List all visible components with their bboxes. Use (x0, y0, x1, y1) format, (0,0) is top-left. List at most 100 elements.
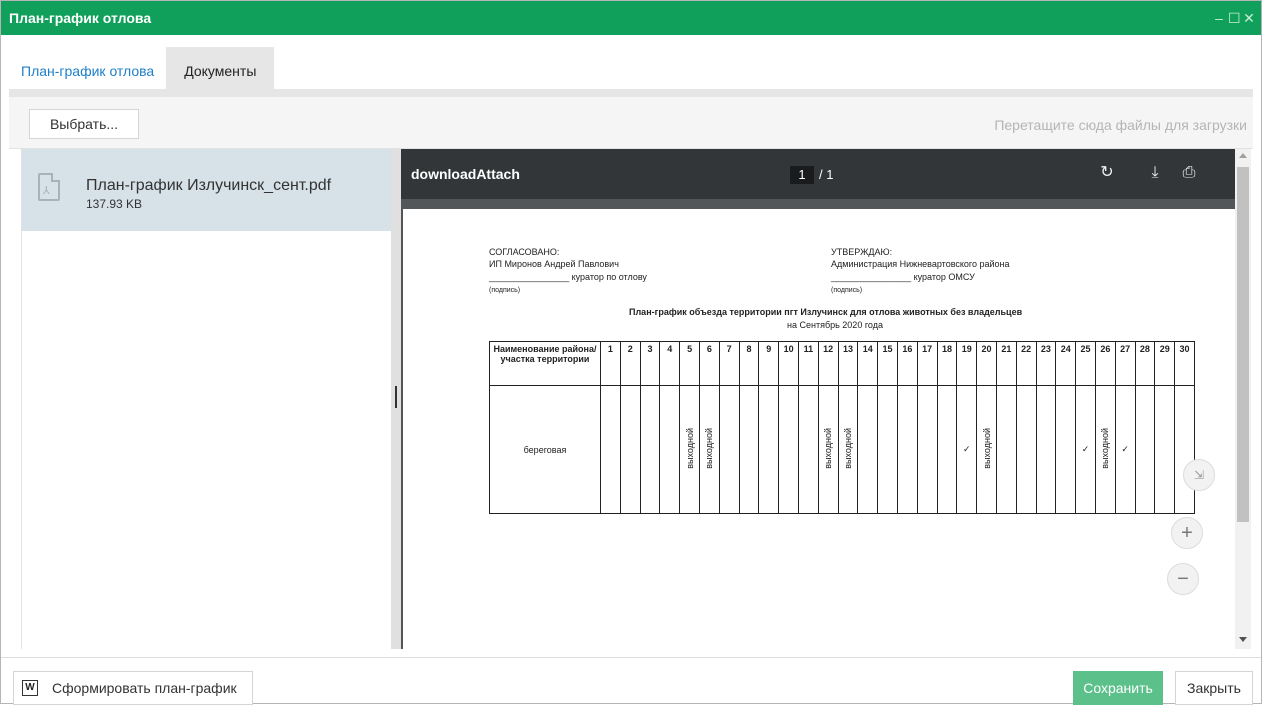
table-cell (1134, 385, 1156, 514)
table-day-header: 11 (797, 341, 819, 386)
drop-zone-hint[interactable]: Перетащите сюда файлы для загрузки (994, 117, 1247, 133)
table-day-header: 20 (976, 341, 997, 386)
table-day-header: 22 (1015, 341, 1037, 386)
table-cell: ✓ (956, 385, 978, 514)
zoom-out-button[interactable]: − (1167, 563, 1199, 595)
scroll-up-icon[interactable] (1239, 153, 1247, 158)
title-bar: План-график отлова – ☐ ✕ (1, 1, 1261, 35)
generate-schedule-label: Сформировать план-график (52, 680, 237, 696)
table-day-header: 6 (698, 341, 720, 386)
dialog-window: План-график отлова – ☐ ✕ План-график отл… (0, 0, 1262, 705)
table-cell (1174, 385, 1195, 514)
schedule-table: Наименование района/участка территории 1… (489, 341, 1195, 514)
table-day-header: 28 (1134, 341, 1156, 386)
table-cell (936, 385, 958, 514)
checkmark-icon: ✓ (962, 444, 971, 454)
choose-file-button[interactable]: Выбрать... (29, 109, 139, 139)
pdf-page: СОГЛАСОВАНО: ИП Миронов Андрей Павлович … (403, 209, 1235, 649)
minimize-icon[interactable]: – (1213, 1, 1225, 35)
window-controls: – ☐ ✕ (1213, 1, 1255, 35)
table-cell (916, 385, 938, 514)
document-title: План-график объезда территории пгт Излуч… (629, 307, 1023, 317)
viewer-title: downloadAttach (411, 166, 520, 182)
table-day-header: 29 (1154, 341, 1176, 386)
generate-schedule-button[interactable]: W Сформировать план-график (13, 671, 253, 705)
table-cell: выходной (817, 385, 839, 514)
agreed-heading: СОГЛАСОВАНО: (489, 247, 560, 257)
print-icon[interactable]: ⎙ (1179, 163, 1199, 183)
table-day-header: 4 (659, 341, 681, 386)
table-day-header: 27 (1114, 341, 1136, 386)
table-day-header: 9 (758, 341, 780, 386)
table-cell: выходной (837, 385, 859, 514)
table-day-header: 24 (1055, 341, 1077, 386)
checkmark-icon: ✓ (1081, 444, 1090, 454)
table-day-header: 30 (1174, 341, 1195, 386)
table-row: береговая выходной выходной выходной выходн… (489, 385, 1195, 514)
footer-divider (1, 657, 1261, 658)
table-cell: ✓ (1114, 385, 1136, 514)
table-cell (738, 385, 760, 514)
pdf-viewer: downloadAttach 1 / 1 ↻ ⤓ ⎙ СОГЛАСОВАНО: … (401, 149, 1235, 649)
page-number-input[interactable]: 1 (790, 166, 814, 184)
file-list-item[interactable]: ⅄ План-график Излучинск_сент.pdf 137.93 … (22, 149, 392, 231)
table-cell-text: выходной (823, 428, 834, 469)
table-cell: выходной (976, 385, 997, 514)
table-cell (758, 385, 780, 514)
table-cell (896, 385, 918, 514)
table-cell (1035, 385, 1057, 514)
table-day-header: 17 (916, 341, 938, 386)
word-document-icon: W (22, 680, 38, 696)
viewer-scrollbar[interactable] (1235, 149, 1251, 649)
table-cell-text: выходной (704, 428, 715, 469)
table-cell: выходной (679, 385, 700, 514)
table-cell (995, 385, 1017, 514)
table-cell (1015, 385, 1037, 514)
tab-underline (9, 89, 1253, 97)
table-cell-text: выходной (842, 428, 853, 469)
table-cell (619, 385, 641, 514)
table-cell (1154, 385, 1176, 514)
maximize-icon[interactable]: ☐ (1228, 1, 1241, 35)
save-button[interactable]: Сохранить (1073, 671, 1163, 705)
table-day-header: 10 (778, 341, 799, 386)
table-day-header: 23 (1035, 341, 1057, 386)
table-row-label: береговая (489, 385, 601, 514)
table-day-header: 13 (837, 341, 859, 386)
table-cell-text: выходной (684, 428, 695, 469)
table-cell (857, 385, 879, 514)
file-size: 137.93 KB (86, 197, 143, 211)
table-day-header: 21 (995, 341, 1017, 386)
table-day-header: 19 (956, 341, 978, 386)
table-cell (639, 385, 661, 514)
tab-documents[interactable]: Документы (166, 47, 275, 89)
table-cell: выходной (1094, 385, 1116, 514)
page-total: / 1 (819, 167, 834, 182)
table-day-header: 16 (896, 341, 918, 386)
tab-schedule[interactable]: План-график отлова (9, 47, 166, 89)
table-cell (797, 385, 819, 514)
agreed-sign: (подпись) (489, 287, 521, 294)
approved-heading: УТВЕРЖДАЮ: (831, 247, 893, 257)
close-window-icon[interactable]: ✕ (1243, 1, 1255, 35)
table-cell (877, 385, 898, 514)
table-header-label: Наименование района/участка территории (489, 341, 601, 386)
zoom-in-button[interactable]: + (1171, 517, 1203, 549)
download-icon[interactable]: ⤓ (1145, 163, 1165, 183)
table-cell: ✓ (1075, 385, 1096, 514)
splitter-grip[interactable] (395, 386, 397, 408)
table-day-header: 8 (738, 341, 760, 386)
scrollbar-thumb[interactable] (1237, 167, 1249, 522)
scroll-down-icon[interactable] (1239, 637, 1247, 642)
tab-bar: План-график отлова Документы (9, 47, 275, 89)
window-title: План-график отлова (9, 10, 152, 26)
approved-name: Администрация Нижневартовского района (831, 259, 1010, 269)
close-button[interactable]: Закрыть (1175, 671, 1253, 705)
checkmark-icon: ✓ (1121, 444, 1129, 454)
rotate-icon[interactable]: ↻ (1097, 163, 1117, 183)
table-day-header: 3 (639, 341, 661, 386)
table-day-header: 15 (877, 341, 898, 386)
table-day-header: 25 (1075, 341, 1096, 386)
table-day-header: 14 (857, 341, 879, 386)
fit-page-button[interactable]: ⇲ (1183, 459, 1215, 491)
